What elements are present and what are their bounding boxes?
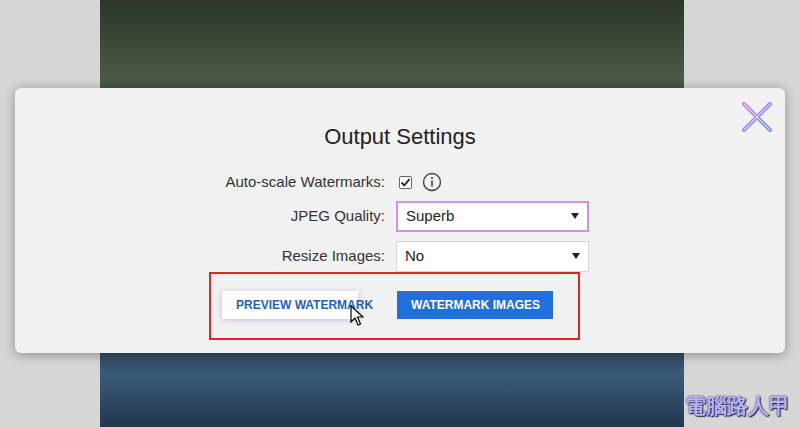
screen: Output Settings Auto-scale Watermarks: JPE…	[0, 0, 800, 427]
dropdown-arrow-icon	[571, 213, 579, 219]
field-label: Resize Images:	[15, 245, 385, 268]
output-settings-dialog: Output Settings Auto-scale Watermarks: JPE…	[15, 88, 785, 353]
watermark-images-button[interactable]: WATERMARK IMAGES	[397, 291, 553, 319]
watermark-text: 電腦路人甲	[685, 390, 790, 422]
mouse-cursor-icon	[350, 305, 364, 327]
select-field[interactable]: Superb	[396, 201, 589, 232]
highlight-annotation: PREVIEW WATERMARK WATERMARK IMAGES	[209, 272, 580, 340]
settings-row: Auto-scale Watermarks:	[15, 171, 785, 194]
auto-scale-checkbox[interactable]	[399, 176, 412, 189]
settings-row: JPEG Quality: Superb	[15, 201, 785, 232]
field-label: Auto-scale Watermarks:	[15, 171, 385, 194]
dialog-title: Output Settings	[324, 122, 476, 152]
check-icon	[400, 177, 411, 188]
settings-row: Resize Images: No	[15, 241, 785, 272]
close-icon[interactable]	[740, 100, 774, 134]
dropdown-arrow-icon	[572, 253, 580, 259]
select-field[interactable]: No	[396, 241, 589, 272]
preview-watermark-button[interactable]: PREVIEW WATERMARK	[222, 291, 358, 319]
select-value: Superb	[406, 205, 454, 228]
field-label: JPEG Quality:	[15, 205, 385, 228]
info-icon[interactable]	[422, 172, 442, 192]
select-value: No	[405, 245, 424, 268]
